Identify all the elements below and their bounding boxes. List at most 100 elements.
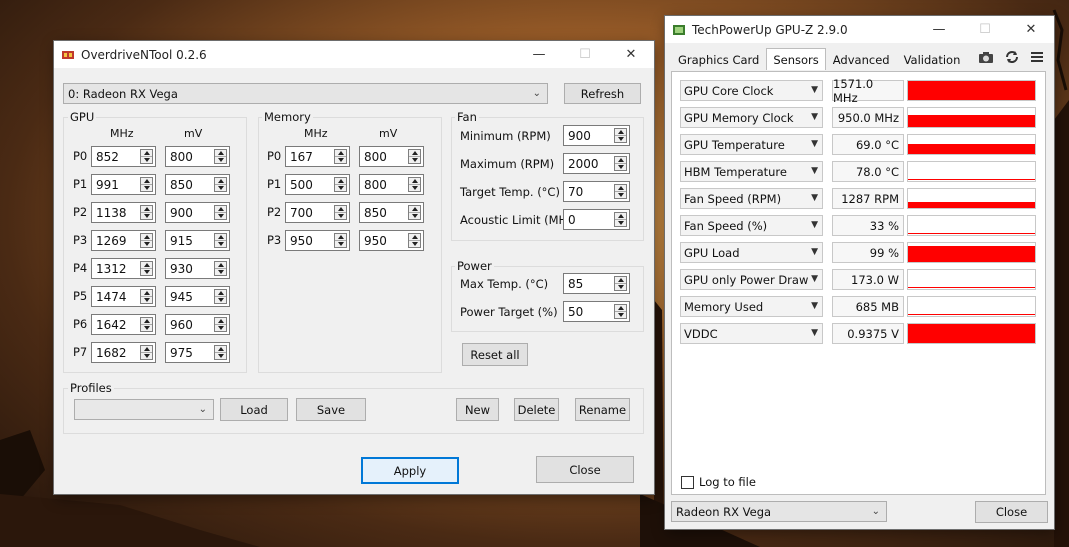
close-button[interactable]: Close	[536, 456, 634, 483]
gpu-mv-input[interactable]: 960	[165, 314, 230, 335]
fan-setting-input[interactable]: 900	[563, 125, 630, 146]
gpu-mhz-input[interactable]: 852	[91, 146, 156, 167]
mem-mv-input[interactable]: 800	[359, 174, 424, 195]
sensor-name-dropdown[interactable]: HBM Temperature ▼	[680, 161, 823, 182]
device-select[interactable]: Radeon RX Vega ⌄	[671, 501, 887, 522]
gpu-mv-input[interactable]: 930	[165, 258, 230, 279]
power-setting-input[interactable]: 50	[563, 301, 630, 322]
gpu-mv-input[interactable]: 975	[165, 342, 230, 363]
reset-all-button[interactable]: Reset all	[462, 343, 528, 366]
sensor-name-dropdown[interactable]: GPU only Power Draw ▼	[680, 269, 823, 290]
spinner-arrows-icon[interactable]	[140, 345, 153, 360]
spinner-arrows-icon[interactable]	[408, 205, 421, 220]
refresh-icon[interactable]	[1003, 48, 1021, 66]
profile-select[interactable]: ⌄	[74, 399, 214, 420]
gpu-mhz-input[interactable]: 1138	[91, 202, 156, 223]
gpu-mv-input[interactable]: 900	[165, 202, 230, 223]
delete-profile-button[interactable]: Delete	[514, 398, 559, 421]
maximize-button[interactable]: ☐	[962, 16, 1008, 43]
minimize-button[interactable]: —	[916, 16, 962, 43]
gpu-mv-input[interactable]: 800	[165, 146, 230, 167]
spinner-arrows-icon[interactable]	[214, 317, 227, 332]
gpuz-titlebar[interactable]: TechPowerUp GPU-Z 2.9.0 — ☐ ✕	[665, 16, 1054, 43]
new-profile-button[interactable]: New	[456, 398, 499, 421]
spinner-arrows-icon[interactable]	[334, 177, 347, 192]
fan-setting-input[interactable]: 0	[563, 209, 630, 230]
gpu-mhz-input[interactable]: 1682	[91, 342, 156, 363]
sensor-name-dropdown[interactable]: GPU Temperature ▼	[680, 134, 823, 155]
spinner-arrows-icon[interactable]	[334, 205, 347, 220]
sensor-name-dropdown[interactable]: GPU Load ▼	[680, 242, 823, 263]
spinner-arrows-icon[interactable]	[334, 233, 347, 248]
fan-setting-input[interactable]: 70	[563, 181, 630, 202]
mem-mv-input[interactable]: 950	[359, 230, 424, 251]
gpu-select[interactable]: 0: Radeon RX Vega ⌄	[63, 83, 548, 104]
gpu-mhz-input[interactable]: 991	[91, 174, 156, 195]
menu-icon[interactable]	[1028, 48, 1046, 66]
spinner-arrows-icon[interactable]	[214, 345, 227, 360]
close-window-button[interactable]: ✕	[1008, 16, 1054, 43]
gpu-mv-input[interactable]: 945	[165, 286, 230, 307]
gpuz-close-button[interactable]: Close	[975, 501, 1048, 523]
fan-setting-input[interactable]: 2000	[563, 153, 630, 174]
mem-mv-input[interactable]: 800	[359, 146, 424, 167]
spinner-arrows-icon[interactable]	[140, 205, 153, 220]
maximize-button[interactable]: ☐	[562, 41, 608, 68]
rename-profile-button[interactable]: Rename	[575, 398, 630, 421]
spinner-arrows-icon[interactable]	[140, 289, 153, 304]
spinner-arrows-icon[interactable]	[408, 149, 421, 164]
sensor-name-dropdown[interactable]: GPU Memory Clock ▼	[680, 107, 823, 128]
tab-sensors[interactable]: Sensors	[766, 48, 826, 70]
spinner-arrows-icon[interactable]	[214, 149, 227, 164]
gpu-mv-input[interactable]: 915	[165, 230, 230, 251]
sensor-name-dropdown[interactable]: GPU Core Clock ▼	[680, 80, 823, 101]
gpu-mhz-input[interactable]: 1642	[91, 314, 156, 335]
tab-advanced[interactable]: Advanced	[826, 50, 897, 70]
odnt-titlebar[interactable]: OverdriveNTool 0.2.6 — ☐ ✕	[54, 41, 654, 68]
mem-mhz-input[interactable]: 950	[285, 230, 350, 251]
spinner-arrows-icon[interactable]	[614, 184, 627, 199]
tab-validation[interactable]: Validation	[897, 50, 968, 70]
power-setting-input[interactable]: 85	[563, 273, 630, 294]
tab-graphics-card[interactable]: Graphics Card	[671, 50, 766, 70]
sensor-row: GPU Core Clock ▼ 1571.0 MHz	[680, 77, 1040, 105]
gpu-mhz-input[interactable]: 1312	[91, 258, 156, 279]
spinner-arrows-icon[interactable]	[614, 156, 627, 171]
close-window-button[interactable]: ✕	[608, 41, 654, 68]
spinner-arrows-icon[interactable]	[334, 149, 347, 164]
minimize-button[interactable]: —	[516, 41, 562, 68]
mem-mhz-input[interactable]: 500	[285, 174, 350, 195]
spinner-arrows-icon[interactable]	[140, 261, 153, 276]
spinner-arrows-icon[interactable]	[614, 128, 627, 143]
refresh-button[interactable]: Refresh	[564, 83, 641, 104]
sensor-name-dropdown[interactable]: Memory Used ▼	[680, 296, 823, 317]
gpu-mhz-input[interactable]: 1269	[91, 230, 156, 251]
sensor-name-dropdown[interactable]: VDDC ▼	[680, 323, 823, 344]
gpu-mhz-input[interactable]: 1474	[91, 286, 156, 307]
spinner-arrows-icon[interactable]	[140, 177, 153, 192]
spinner-arrows-icon[interactable]	[614, 304, 627, 319]
mem-mhz-input[interactable]: 700	[285, 202, 350, 223]
mem-mv-input[interactable]: 850	[359, 202, 424, 223]
gpu-mv-input[interactable]: 850	[165, 174, 230, 195]
log-to-file-checkbox[interactable]	[681, 476, 694, 489]
spinner-arrows-icon[interactable]	[614, 276, 627, 291]
apply-button[interactable]: Apply	[361, 457, 459, 484]
spinner-arrows-icon[interactable]	[214, 177, 227, 192]
save-button[interactable]: Save	[296, 398, 366, 421]
spinner-arrows-icon[interactable]	[408, 233, 421, 248]
mem-mhz-input[interactable]: 167	[285, 146, 350, 167]
spinner-arrows-icon[interactable]	[214, 205, 227, 220]
load-button[interactable]: Load	[220, 398, 288, 421]
sensor-name-dropdown[interactable]: Fan Speed (RPM) ▼	[680, 188, 823, 209]
spinner-arrows-icon[interactable]	[214, 261, 227, 276]
camera-icon[interactable]	[977, 48, 995, 66]
spinner-arrows-icon[interactable]	[614, 212, 627, 227]
spinner-arrows-icon[interactable]	[408, 177, 421, 192]
spinner-arrows-icon[interactable]	[140, 233, 153, 248]
spinner-arrows-icon[interactable]	[140, 317, 153, 332]
sensor-name-dropdown[interactable]: Fan Speed (%) ▼	[680, 215, 823, 236]
spinner-arrows-icon[interactable]	[214, 289, 227, 304]
spinner-arrows-icon[interactable]	[214, 233, 227, 248]
spinner-arrows-icon[interactable]	[140, 149, 153, 164]
